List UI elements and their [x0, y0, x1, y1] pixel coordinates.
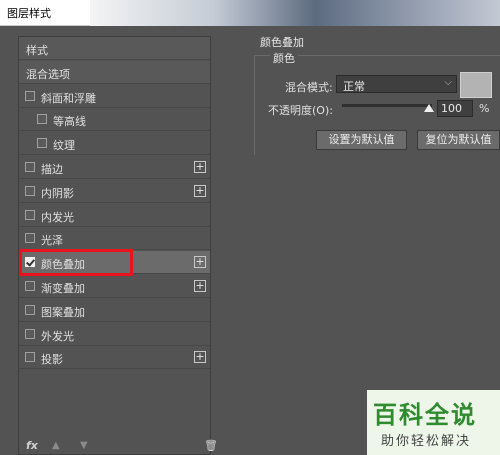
style-item-label: 样式: [26, 44, 48, 57]
style-item[interactable]: 图案叠加: [19, 299, 210, 322]
blend-mode-select[interactable]: 正常 ⌵: [336, 75, 457, 93]
checkbox-checked[interactable]: [25, 257, 35, 268]
window-title: 图层样式: [7, 7, 51, 20]
style-item-label: 外发光: [41, 329, 74, 343]
style-item[interactable]: 内阴影 +: [19, 180, 210, 203]
title-bar: 图层样式: [0, 0, 500, 26]
checkbox[interactable]: [37, 138, 47, 149]
style-item[interactable]: 颜色叠加 +: [19, 251, 210, 275]
title-bar-background: [90, 0, 500, 26]
styles-list: 样式混合选项斜面和浮雕等高线纹理描边 + 内阴影 + 内发光光泽颜色叠加 + 渐变叠加 + 图案…: [18, 36, 211, 455]
style-item-label: 纹理: [53, 139, 75, 153]
fx-icon[interactable]: fx: [26, 439, 38, 452]
style-item-label: 内阴影: [41, 186, 74, 200]
style-item-label: 斜面和浮雕: [41, 91, 96, 105]
style-item-label: 投影: [41, 353, 63, 367]
style-item[interactable]: 样式: [19, 37, 210, 60]
add-icon[interactable]: +: [194, 280, 206, 292]
style-item-label: 图案叠加: [41, 305, 85, 319]
opacity-slider-track[interactable]: [342, 104, 432, 107]
style-item-label: 颜色叠加: [41, 258, 85, 272]
checkbox[interactable]: [37, 114, 47, 125]
checkbox[interactable]: [25, 90, 35, 101]
styles-bottom-bar: fx ▲ ▼ 🗑: [18, 437, 218, 455]
style-item[interactable]: 内发光: [19, 204, 210, 227]
watermark-title: 百科全说: [373, 401, 477, 429]
blend-mode-value: 正常: [343, 80, 365, 93]
color-swatch[interactable]: [460, 72, 492, 98]
checkbox[interactable]: [25, 328, 35, 339]
checkbox[interactable]: [25, 233, 35, 244]
opacity-unit: %: [479, 102, 490, 115]
section-title: 颜色叠加: [260, 36, 304, 49]
reset-default-button[interactable]: 复位为默认值: [417, 130, 500, 150]
add-icon[interactable]: +: [194, 161, 206, 173]
style-item-label: 光泽: [41, 234, 63, 248]
checkbox[interactable]: [25, 162, 35, 172]
opacity-label: 不透明度(O):: [268, 104, 333, 117]
style-item[interactable]: 外发光: [19, 323, 210, 346]
group-title: 颜色: [270, 50, 298, 66]
checkbox[interactable]: [25, 185, 35, 196]
watermark-subtitle: 助你轻松解决: [381, 434, 472, 449]
add-icon[interactable]: +: [194, 184, 206, 197]
add-icon[interactable]: +: [194, 351, 206, 364]
style-item-label: 描边: [41, 163, 63, 176]
checkbox[interactable]: [25, 281, 35, 291]
move-down-icon[interactable]: ▼: [80, 440, 90, 451]
style-item-label: 混合选项: [26, 67, 70, 81]
style-item[interactable]: 投影 +: [19, 346, 210, 370]
opacity-input[interactable]: 100: [437, 100, 473, 117]
style-item[interactable]: 斜面和浮雕: [19, 85, 210, 108]
style-item[interactable]: 光泽: [19, 227, 210, 251]
style-item[interactable]: 描边 +: [19, 156, 210, 179]
style-item-label: 渐变叠加: [41, 282, 85, 295]
checkbox[interactable]: [25, 352, 35, 363]
style-item-label: 内发光: [41, 210, 74, 224]
add-icon[interactable]: +: [194, 256, 206, 269]
checkbox[interactable]: [25, 304, 35, 315]
move-up-icon[interactable]: ▲: [52, 440, 62, 451]
style-item[interactable]: 混合选项: [19, 60, 210, 84]
chevron-down-icon: ⌵: [444, 77, 452, 88]
opacity-slider-thumb[interactable]: [424, 104, 434, 112]
checkbox[interactable]: [25, 209, 35, 220]
watermark-logo: 百科全说 助你轻松解决: [367, 390, 500, 455]
style-item-label: 等高线: [53, 115, 86, 129]
style-item[interactable]: 等高线: [19, 108, 210, 132]
blend-mode-label: 混合模式:: [285, 81, 333, 94]
style-item[interactable]: 纹理: [19, 132, 210, 156]
style-item[interactable]: 渐变叠加 +: [19, 275, 210, 298]
trash-icon[interactable]: 🗑: [204, 439, 218, 452]
set-default-button[interactable]: 设置为默认值: [316, 130, 407, 150]
